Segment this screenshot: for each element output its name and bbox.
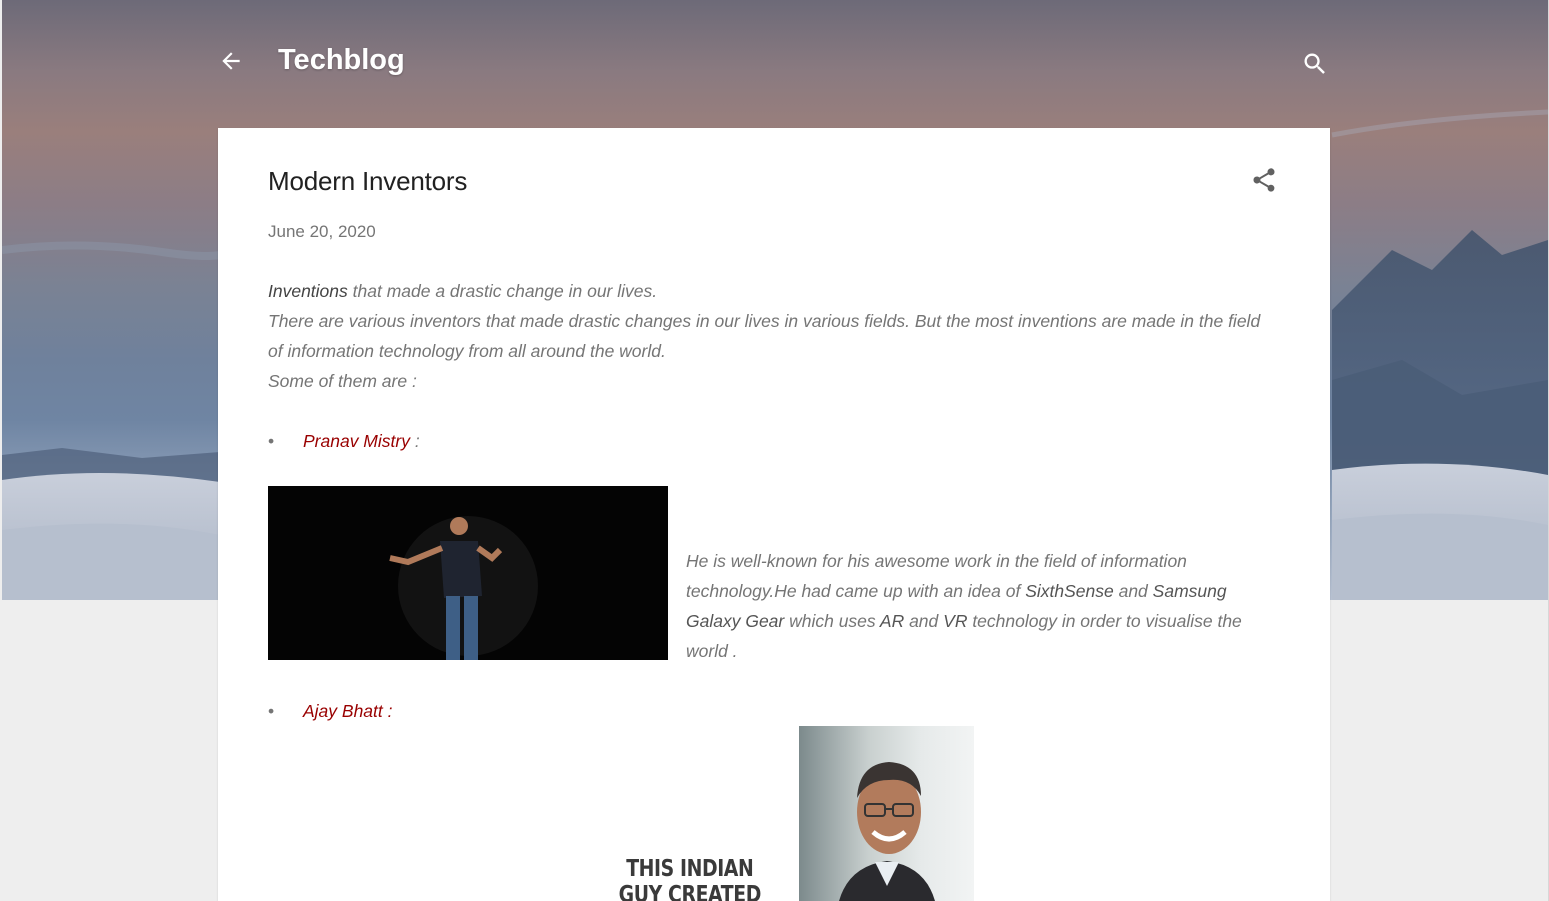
desc-text: and [904, 611, 944, 631]
blog-header: Techblog [218, 40, 1330, 80]
man-portrait-illustration [839, 762, 935, 901]
post-card: Modern Inventors June 20, 2020 Invention… [218, 128, 1330, 901]
inventor-description-pranav: He is well-known for his awesome work in… [686, 546, 1276, 666]
list-item-inventor-2: • Ajay Bhatt : [268, 696, 393, 726]
intro-lead-bold: Inventions [268, 281, 348, 301]
inventor-name-link[interactable]: Pranav Mistry [303, 431, 410, 451]
post-title: Modern Inventors [268, 166, 468, 196]
speaker-on-stage-image [268, 486, 668, 660]
intro-line-3: Some of them are : [268, 371, 417, 391]
desc-text: and [1113, 581, 1153, 601]
arrow-left-icon[interactable] [218, 48, 244, 74]
desc-bold: SixthSense [1025, 581, 1114, 601]
search-icon[interactable] [1301, 50, 1329, 78]
list-item-inventor-1: • Pranav Mistry : [268, 426, 420, 456]
image-caption: THIS INDIAN GUY CREATED USB [618, 856, 762, 901]
intro-lead-rest: that made a drastic change in our lives. [347, 281, 658, 301]
desc-bold: AR [879, 611, 905, 631]
inventor-name-suffix: : [409, 431, 420, 451]
intro-line-2: There are various inventors that made dr… [268, 311, 1261, 361]
desc-bold: VR [943, 611, 968, 631]
portrait-image [799, 726, 974, 901]
desc-text: which uses [784, 611, 880, 631]
blog-title[interactable]: Techblog [278, 42, 405, 78]
inventor-photo-ajay[interactable]: THIS INDIAN GUY CREATED USB [616, 726, 974, 901]
post-intro: Inventions that made a drastic change in… [268, 276, 1268, 396]
bullet: • [268, 431, 275, 451]
post-date: June 20, 2020 [268, 222, 376, 241]
share-icon[interactable] [1250, 164, 1278, 196]
inventor-photo-pranav[interactable] [268, 486, 668, 660]
bullet: • [268, 701, 275, 721]
inventor-name-link[interactable]: Ajay Bhatt : [303, 701, 393, 721]
